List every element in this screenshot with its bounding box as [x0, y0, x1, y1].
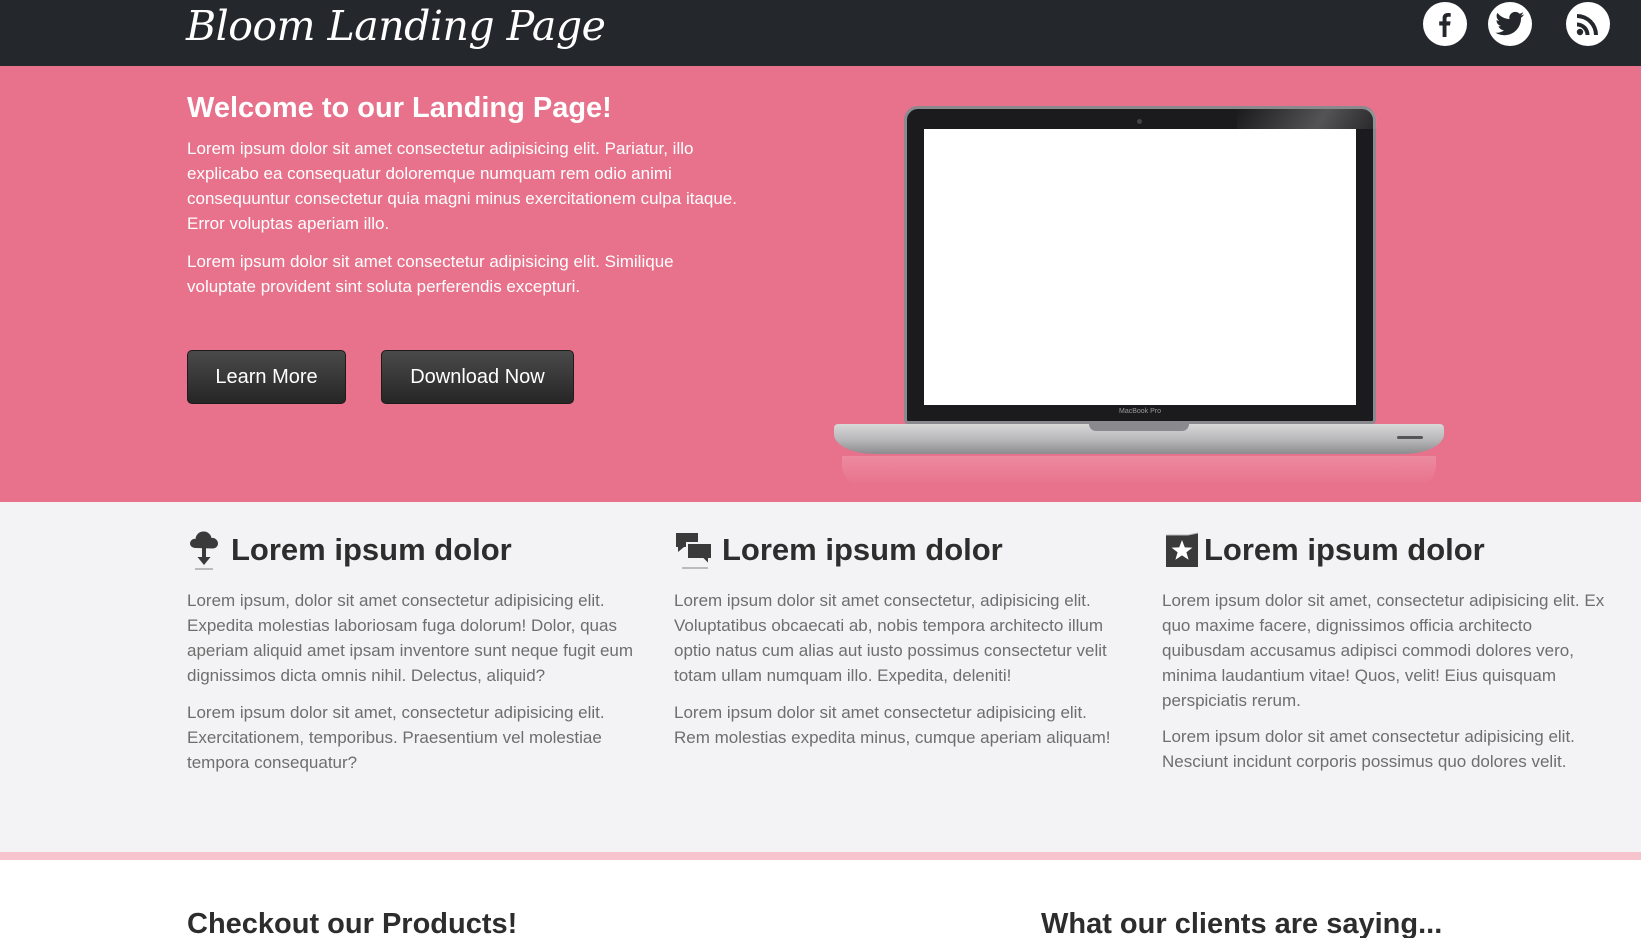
- laptop-notch: [1089, 424, 1189, 431]
- feature-1-paragraph-2: Lorem ipsum dolor sit amet, consectetur …: [187, 703, 605, 772]
- laptop-label: MacBook Pro: [1118, 408, 1162, 415]
- star-badge-icon: [1162, 526, 1204, 574]
- feature-2-paragraph-1: Lorem ipsum dolor sit amet consectetur, …: [674, 591, 1107, 685]
- feature-1-paragraph-1: Lorem ipsum, dolor sit amet consectetur …: [187, 591, 634, 685]
- feature-heading-1: Lorem ipsum dolor: [187, 526, 512, 574]
- feature-heading-3: Lorem ipsum dolor: [1162, 526, 1485, 574]
- site-logo[interactable]: Bloom Landing Page: [186, 2, 606, 50]
- laptop-camera: [1137, 119, 1142, 124]
- feature-title-1: Lorem ipsum dolor: [231, 532, 512, 567]
- features-section: Lorem ipsum dolor Lorem ipsum, dolor sit…: [0, 502, 1641, 852]
- section-divider: [0, 852, 1641, 860]
- rss-icon[interactable]: [1566, 2, 1610, 46]
- laptop-gloss: [1237, 109, 1377, 129]
- feature-title-3: Lorem ipsum dolor: [1204, 532, 1485, 567]
- bottom-section: Checkout our Products! What our clients …: [0, 860, 1641, 938]
- download-now-button[interactable]: Download Now: [381, 350, 574, 404]
- twitter-icon[interactable]: [1488, 2, 1532, 46]
- laptop-reflection: [842, 456, 1436, 486]
- laptop-bezel: MacBook Pro: [904, 106, 1377, 424]
- feature-title-2: Lorem ipsum dolor: [722, 532, 1003, 567]
- laptop-indicator: [1397, 436, 1423, 439]
- feature-3-paragraph-2: Lorem ipsum dolor sit amet consectetur a…: [1162, 727, 1575, 771]
- hero-title: Welcome to our Landing Page!: [187, 92, 612, 124]
- hero-paragraph-1: Lorem ipsum dolor sit amet consectetur a…: [187, 139, 737, 233]
- feature-heading-2: Lorem ipsum dolor: [674, 526, 1003, 574]
- laptop-image: MacBook Pro: [834, 106, 1444, 486]
- laptop-screen: [924, 129, 1356, 405]
- site-header: Bloom Landing Page: [0, 0, 1641, 66]
- feature-3-paragraph-1: Lorem ipsum dolor sit amet, consectetur …: [1162, 591, 1605, 710]
- products-title: Checkout our Products!: [187, 908, 518, 938]
- clients-title: What our clients are saying...: [1041, 908, 1443, 938]
- feature-2-paragraph-2: Lorem ipsum dolor sit amet consectetur a…: [674, 703, 1111, 747]
- hero-paragraph-2: Lorem ipsum dolor sit amet consectetur a…: [187, 252, 674, 296]
- facebook-icon[interactable]: [1423, 2, 1467, 46]
- chat-bubbles-icon: [674, 526, 716, 574]
- learn-more-button[interactable]: Learn More: [187, 350, 346, 404]
- cloud-download-icon: [187, 526, 229, 574]
- hero-section: Welcome to our Landing Page! Lorem ipsum…: [0, 66, 1641, 502]
